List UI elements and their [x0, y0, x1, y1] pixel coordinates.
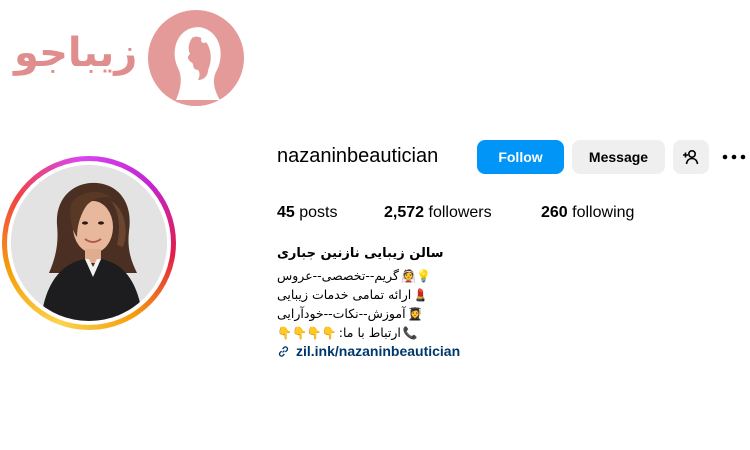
brand-logo-icon	[148, 10, 244, 106]
followers-label: followers	[428, 204, 492, 221]
bio-link-text[interactable]: zil.ink/nazaninbeautician	[296, 343, 460, 359]
link-icon	[278, 345, 289, 357]
bio-line-text: گریم--تخصصی--عروس	[277, 268, 399, 283]
follow-button[interactable]: Follow	[477, 140, 564, 174]
more-dots-icon	[722, 154, 746, 160]
bio-pointer-emoji: 👇👇👇👇	[277, 325, 337, 340]
bio-line: 👇👇👇👇 ارتباط با ما: 📞	[277, 323, 577, 342]
bio-line: گریم--تخصصی--عروس 👰💡	[277, 266, 577, 285]
bio-line-text: ارتباط با ما:	[338, 325, 401, 340]
posts-label: posts	[299, 204, 338, 221]
bio-line: آموزش--نکات--خودآرایی 👩‍🎓	[277, 304, 577, 323]
bio-line-emoji: 📞	[402, 325, 418, 340]
profile-username: nazaninbeautician	[277, 145, 439, 167]
following-stat[interactable]: 260 following	[541, 204, 634, 222]
add-user-icon	[683, 149, 699, 165]
bio-line-emoji: 💄	[413, 287, 429, 302]
profile-bio: سالن زیبایی نازنین جباری گریم--تخصصی--عر…	[277, 246, 577, 342]
message-button[interactable]: Message	[572, 140, 665, 174]
bio-link[interactable]: zil.ink/nazaninbeautician	[277, 343, 460, 359]
bio-display-name: سالن زیبایی نازنین جباری	[277, 246, 444, 261]
bio-line-emoji: 👩‍🎓	[407, 306, 423, 321]
avatar-story-ring[interactable]	[2, 156, 176, 330]
posts-stat: 45 posts	[277, 204, 338, 222]
more-options-button[interactable]	[722, 144, 750, 170]
brand-logo-text: زیباجو	[14, 30, 138, 76]
avatar	[11, 165, 167, 321]
bio-line-emoji: 👰💡	[401, 268, 431, 283]
bio-line-text: ارائه تمامی خدمات زیبایی	[277, 287, 412, 302]
following-count: 260	[541, 204, 568, 221]
followers-count: 2,572	[384, 204, 425, 221]
posts-count: 45	[277, 204, 295, 221]
add-user-button[interactable]	[673, 140, 709, 174]
followers-stat[interactable]: 2,572 followers	[384, 204, 492, 222]
bio-line-text: آموزش--نکات--خودآرایی	[277, 306, 406, 321]
bio-line: ارائه تمامی خدمات زیبایی 💄	[277, 285, 577, 304]
following-label: following	[572, 204, 635, 221]
